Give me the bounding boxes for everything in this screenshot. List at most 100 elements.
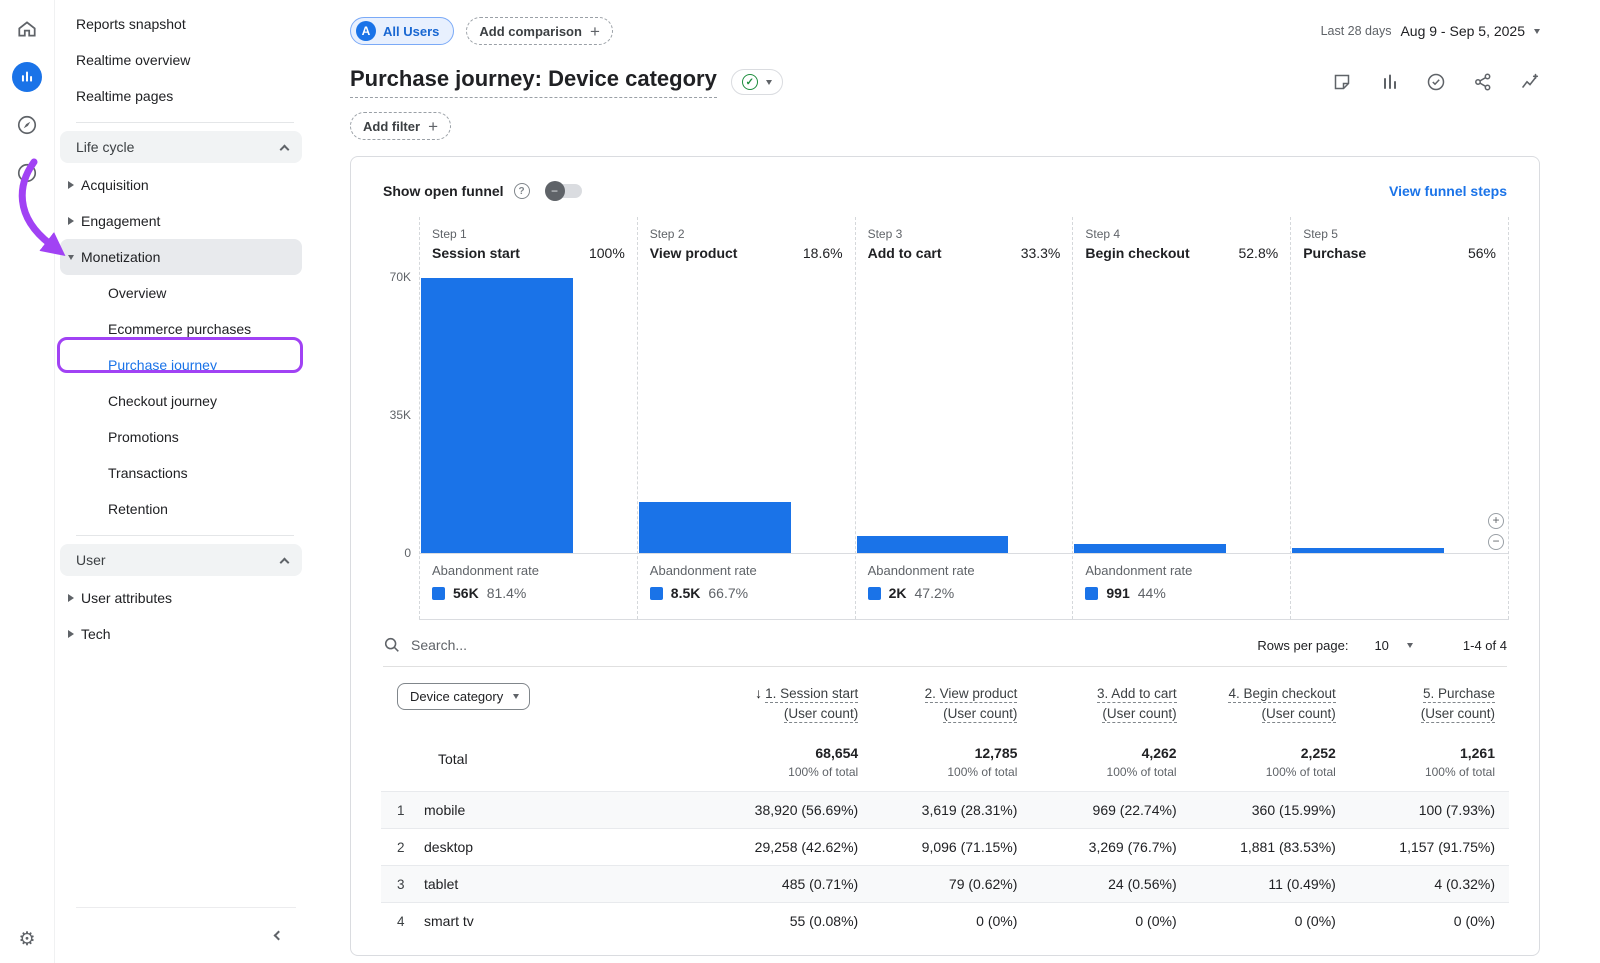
cell-value: 79 (0.62%) <box>872 876 1031 892</box>
sidebar-item-transactions[interactable]: Transactions <box>55 455 310 491</box>
sidebar-item-promotions[interactable]: Promotions <box>55 419 310 455</box>
chart-zoom-controls: + − <box>1488 513 1504 550</box>
funnel-plot <box>1291 273 1508 553</box>
bar-chart-icon[interactable] <box>1379 72 1399 92</box>
advertising-icon[interactable] <box>12 158 42 188</box>
sidebar-item-label: Retention <box>108 501 168 517</box>
search-input[interactable] <box>411 637 731 653</box>
sidebar-item-label: Purchase journey <box>108 357 217 373</box>
step-number: Step 4 <box>1085 227 1278 241</box>
sidebar-item-acquisition[interactable]: Acquisition <box>55 167 310 203</box>
report-action-icons <box>1332 72 1540 92</box>
collapse-sidebar-icon[interactable] <box>274 931 284 941</box>
check-target-icon[interactable] <box>1426 72 1446 92</box>
funnel-bar[interactable] <box>857 536 1009 553</box>
column-header-purchase[interactable]: 5. Purchase (User count) <box>1350 683 1509 723</box>
sidebar-item-realtime-overview[interactable]: Realtime overview <box>55 42 310 78</box>
dimension-dropdown[interactable]: Device category <box>397 683 530 710</box>
sidebar-item-purchase-journey[interactable]: Purchase journey <box>55 347 310 383</box>
funnel-step-column: Step 3 Add to cart 33.3% Abandonment rat… <box>855 217 1073 619</box>
funnel-bar[interactable] <box>639 502 791 553</box>
sidebar-item-retention[interactable]: Retention <box>55 491 310 527</box>
table-row[interactable]: 1mobile 38,920 (56.69%) 3,619 (28.31%) 9… <box>381 791 1509 828</box>
add-filter-button[interactable]: Add filter + <box>350 112 451 140</box>
share-icon[interactable] <box>1473 72 1493 92</box>
date-range-picker[interactable]: Last 28 days Aug 9 - Sep 5, 2025 <box>1321 23 1540 39</box>
cell-value: 38,920 (56.69%) <box>713 802 872 818</box>
sidebar-item-checkout-journey[interactable]: Checkout journey <box>55 383 310 419</box>
row-index: 1 <box>381 803 424 818</box>
sidebar-item-overview[interactable]: Overview <box>55 275 310 311</box>
pagination-range: 1-4 of 4 <box>1463 638 1507 653</box>
abandonment-label: Abandonment rate <box>1085 563 1278 578</box>
report-title-row: Purchase journey: Device category ✓ <box>350 66 1540 98</box>
home-icon[interactable] <box>12 14 42 44</box>
abandonment-section: Abandonment rate 991 44% <box>1073 553 1290 619</box>
table-row[interactable]: 2desktop 29,258 (42.62%) 9,096 (71.15%) … <box>381 828 1509 865</box>
total-subtext: 100% of total <box>1350 765 1495 779</box>
column-header-add-to-cart[interactable]: 3. Add to cart (User count) <box>1031 683 1190 723</box>
sidebar-item-reports-snapshot[interactable]: Reports snapshot <box>55 6 310 42</box>
step-rate: 100% <box>589 245 625 261</box>
sidebar-item-engagement[interactable]: Engagement <box>55 203 310 239</box>
abandonment-label: Abandonment rate <box>650 563 843 578</box>
date-range-preset: Last 28 days <box>1321 24 1392 38</box>
rows-per-page-select[interactable]: 10 <box>1374 638 1412 653</box>
sidebar-item-label: Engagement <box>81 213 160 229</box>
cell-value: 0 (0%) <box>1031 913 1190 929</box>
sidebar-item-realtime-pages[interactable]: Realtime pages <box>55 78 310 114</box>
step-name: View product <box>650 245 738 261</box>
sidebar-item-label: Ecommerce purchases <box>108 321 251 337</box>
dimension-value: smart tv <box>424 913 474 929</box>
purchase-journey-card: Show open funnel ? − View funnel steps 7… <box>350 156 1540 956</box>
view-funnel-steps-link[interactable]: View funnel steps <box>1389 183 1507 199</box>
cell-value: 9,096 (71.15%) <box>872 839 1031 855</box>
all-users-chip[interactable]: A All Users <box>350 17 454 45</box>
zoom-in-icon[interactable]: + <box>1488 513 1504 529</box>
expand-triangle-icon <box>68 594 74 602</box>
column-subtitle: (User count) <box>784 706 858 723</box>
sidebar-item-monetization[interactable]: Monetization <box>60 239 302 275</box>
sidebar-section-life-cycle[interactable]: Life cycle <box>60 131 302 163</box>
abandonment-label: Abandonment rate <box>868 563 1061 578</box>
table-row[interactable]: 3tablet 485 (0.71%) 79 (0.62%) 24 (0.56%… <box>381 865 1509 902</box>
funnel-bar[interactable] <box>1074 544 1226 553</box>
funnel-bar[interactable] <box>421 278 573 553</box>
legend-swatch <box>650 587 663 600</box>
cell-value: 11 (0.49%) <box>1191 876 1350 892</box>
add-comparison-button[interactable]: Add comparison + <box>466 17 613 45</box>
data-quality-badge[interactable]: ✓ <box>731 69 783 95</box>
step-name: Add to cart <box>868 245 942 261</box>
row-index: 2 <box>381 840 424 855</box>
sidebar-item-label: Tech <box>81 626 111 642</box>
funnel-bar[interactable] <box>1292 548 1444 553</box>
chevron-down-icon <box>513 694 519 699</box>
sidebar-section-user[interactable]: User <box>60 544 302 576</box>
help-icon[interactable]: ? <box>514 183 530 199</box>
expand-triangle-icon <box>68 181 74 189</box>
column-header-session-start[interactable]: ↓1. Session start (User count) <box>713 683 872 723</box>
chevron-down-icon <box>1534 29 1540 34</box>
funnel-toolbar: Show open funnel ? − View funnel steps <box>351 157 1539 211</box>
reports-icon[interactable] <box>12 62 42 92</box>
section-label: Life cycle <box>76 139 134 155</box>
chevron-down-icon <box>766 80 772 85</box>
settings-gear-icon[interactable]: ⚙ <box>18 928 35 951</box>
column-header-view-product[interactable]: 2. View product (User count) <box>872 683 1031 723</box>
open-funnel-toggle[interactable]: − <box>548 184 582 198</box>
sidebar-item-ecommerce-purchases[interactable]: Ecommerce purchases <box>55 311 310 347</box>
explore-icon[interactable] <box>12 110 42 140</box>
chevron-up-icon <box>280 557 290 567</box>
sidebar-item-user-attributes[interactable]: User attributes <box>55 580 310 616</box>
column-header-begin-checkout[interactable]: 4. Begin checkout (User count) <box>1191 683 1350 723</box>
table-row[interactable]: 4smart tv 55 (0.08%) 0 (0%) 0 (0%) 0 (0%… <box>381 902 1509 939</box>
sidebar-item-tech[interactable]: Tech <box>55 616 310 652</box>
sidebar-item-label: Promotions <box>108 429 179 445</box>
funnel-columns: Step 1 Session start 100% Abandonment ra… <box>419 217 1509 620</box>
funnel-step-header: Step 1 Session start 100% <box>420 217 637 273</box>
funnel-plot <box>638 273 855 553</box>
note-icon[interactable] <box>1332 72 1352 92</box>
zoom-out-icon[interactable]: − <box>1488 534 1504 550</box>
step-rate: 52.8% <box>1238 245 1278 261</box>
insights-icon[interactable] <box>1520 72 1540 92</box>
